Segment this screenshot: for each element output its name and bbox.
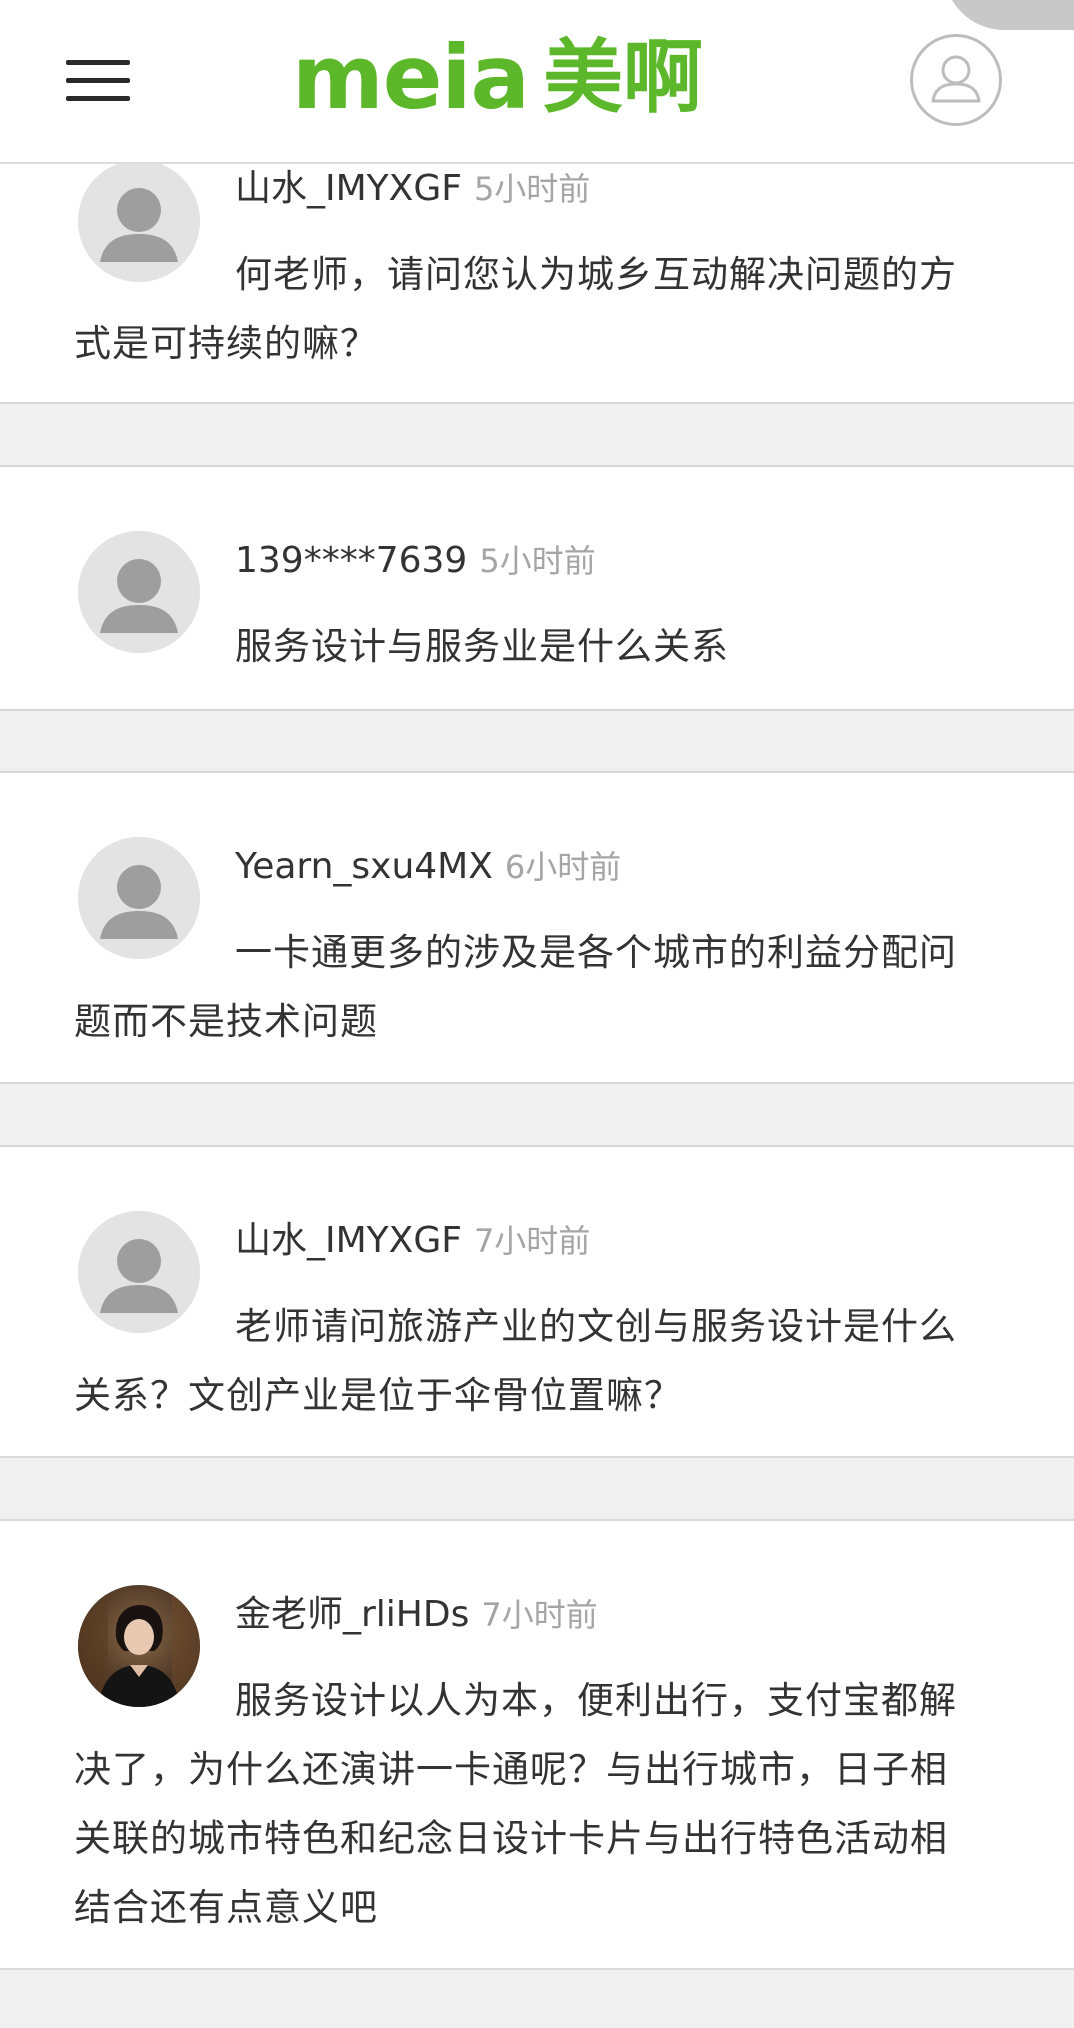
comment-meta: Yearn_sxu4MX 6小时前 bbox=[235, 849, 621, 885]
comment-text: 服务设计与服务业是什么关系 bbox=[235, 625, 729, 668]
comment-text: 服务设计以人为本，便利出行，支付宝都解决了，为什么还演讲一卡通呢？与出行城市，日… bbox=[74, 1679, 957, 1929]
comment-text: 老师请问旅游产业的文创与服务设计是什么关系？文创产业是位于伞骨位置嘛？ bbox=[74, 1305, 957, 1417]
comment-username[interactable]: Yearn_sxu4MX bbox=[235, 846, 493, 887]
comment-time: 7小时前 bbox=[481, 1596, 598, 1634]
comments-page: meia 美啊 山水_IMYXGF 5小时前 何老师，请问您认为城乡互动解决问题的… bbox=[0, 0, 1074, 2028]
comment-meta: 金老师_rliHDs 7小时前 bbox=[235, 1597, 598, 1633]
comment-card: Yearn_sxu4MX 6小时前 一卡通更多的涉及是各个城市的利益分配问题而不是… bbox=[0, 771, 1074, 1084]
comment-meta: 139****7639 5小时前 bbox=[235, 543, 596, 579]
logo-latin-text: meia bbox=[292, 26, 530, 129]
site-logo[interactable]: meia 美啊 bbox=[292, 28, 703, 128]
user-profile-icon[interactable] bbox=[910, 34, 1002, 126]
comment-username[interactable]: 金老师_rliHDs bbox=[235, 1594, 469, 1635]
comment-time: 7小时前 bbox=[473, 1222, 591, 1260]
logo-cjk-text: 美啊 bbox=[542, 31, 703, 124]
top-nav-bar: meia 美啊 bbox=[0, 0, 1074, 164]
comment-time: 6小时前 bbox=[504, 848, 622, 886]
comment-username[interactable]: 139****7639 bbox=[235, 540, 467, 581]
comment-username[interactable]: 山水_IMYXGF bbox=[235, 1220, 462, 1261]
comment-text: 何老师，请问您认为城乡互动解决问题的方式是可持续的嘛？ bbox=[74, 253, 957, 365]
comment-card: 139****7639 5小时前 服务设计与服务业是什么关系 bbox=[0, 465, 1074, 711]
comment-text: 一卡通更多的涉及是各个城市的利益分配问题而不是技术问题 bbox=[74, 931, 957, 1043]
hamburger-menu-icon[interactable] bbox=[66, 58, 132, 104]
comment-meta: 山水_IMYXGF 5小时前 bbox=[235, 171, 590, 207]
comment-card: 金老师_rliHDs 7小时前 服务设计以人为本，便利出行，支付宝都解决了，为什么… bbox=[0, 1519, 1074, 1970]
comment-card: 山水_IMYXGF 7小时前 老师请问旅游产业的文创与服务设计是什么关系？文创产业… bbox=[0, 1145, 1074, 1458]
comment-username[interactable]: 山水_IMYXGF bbox=[235, 168, 462, 209]
comment-time: 5小时前 bbox=[473, 170, 591, 208]
comment-time: 5小时前 bbox=[479, 542, 596, 580]
comment-meta: 山水_IMYXGF 7小时前 bbox=[235, 1223, 590, 1259]
status-overlay bbox=[944, 0, 1074, 30]
